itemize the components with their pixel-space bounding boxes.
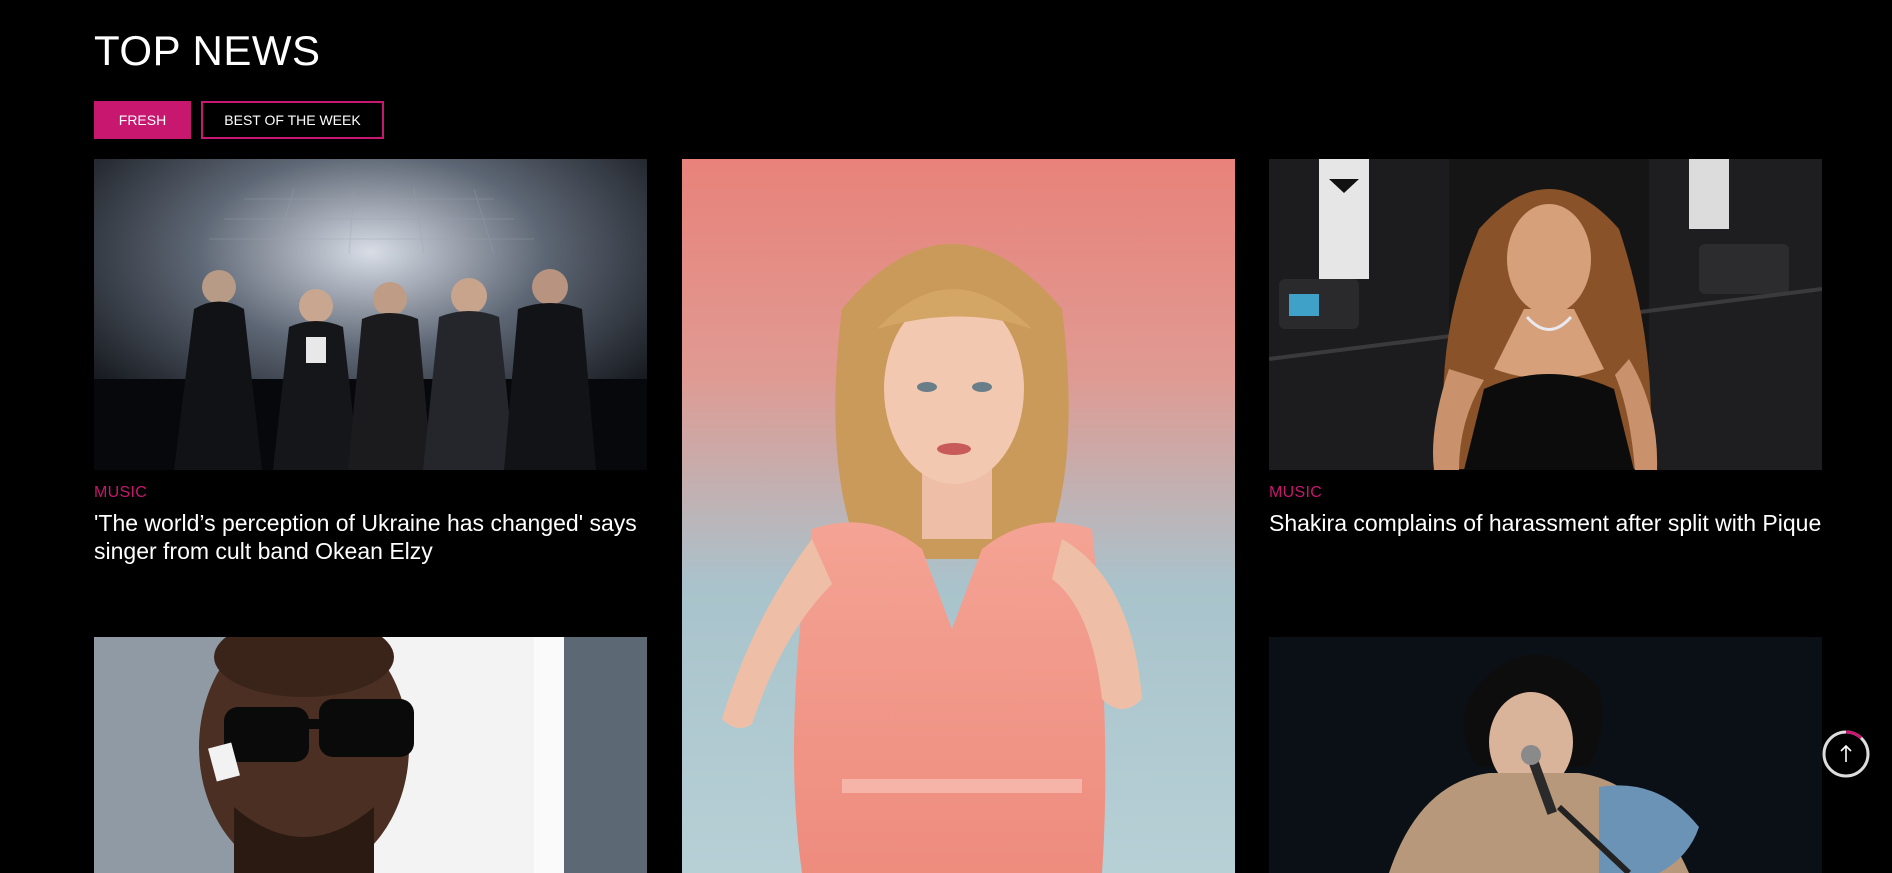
arrow-up-icon [1822, 730, 1870, 778]
tab-best-of-the-week[interactable]: BEST OF THE WEEK [201, 101, 384, 139]
article-image-man-sunglasses[interactable] [94, 637, 647, 873]
article-image-singer[interactable] [682, 159, 1235, 873]
singer-in-pink-dress-photo [682, 159, 1235, 873]
tab-fresh[interactable]: FRESH [94, 101, 191, 139]
news-tabs: FRESH BEST OF THE WEEK [94, 101, 384, 139]
article-category: MUSIC [1269, 484, 1323, 501]
news-card[interactable]: MUSIC Shakira complains of harassment af… [1269, 159, 1822, 569]
article-headline[interactable]: Shakira complains of harassment after sp… [1269, 509, 1822, 537]
news-card-featured[interactable] [682, 159, 1235, 873]
top-news-page: TOP NEWS FRESH BEST OF THE WEEK MUSIC 'T… [0, 0, 1892, 873]
section-title: TOP NEWS [94, 27, 321, 74]
news-card[interactable]: MUSIC 'The world’s perception of Ukraine… [94, 159, 647, 569]
band-photo [94, 159, 647, 470]
news-card[interactable] [94, 637, 647, 873]
article-category: MUSIC [94, 484, 148, 501]
scroll-to-top-button[interactable] [1821, 729, 1871, 779]
article-headline[interactable]: 'The world’s perception of Ukraine has c… [94, 509, 647, 565]
singer-red-carpet-photo [1269, 159, 1822, 470]
article-image-shakira[interactable] [1269, 159, 1822, 470]
article-image-singer-guitar[interactable] [1269, 637, 1822, 873]
singer-with-guitar-photo [1269, 637, 1822, 873]
article-image-band[interactable] [94, 159, 647, 470]
man-in-sunglasses-photo [94, 637, 647, 873]
news-card[interactable] [1269, 637, 1822, 873]
